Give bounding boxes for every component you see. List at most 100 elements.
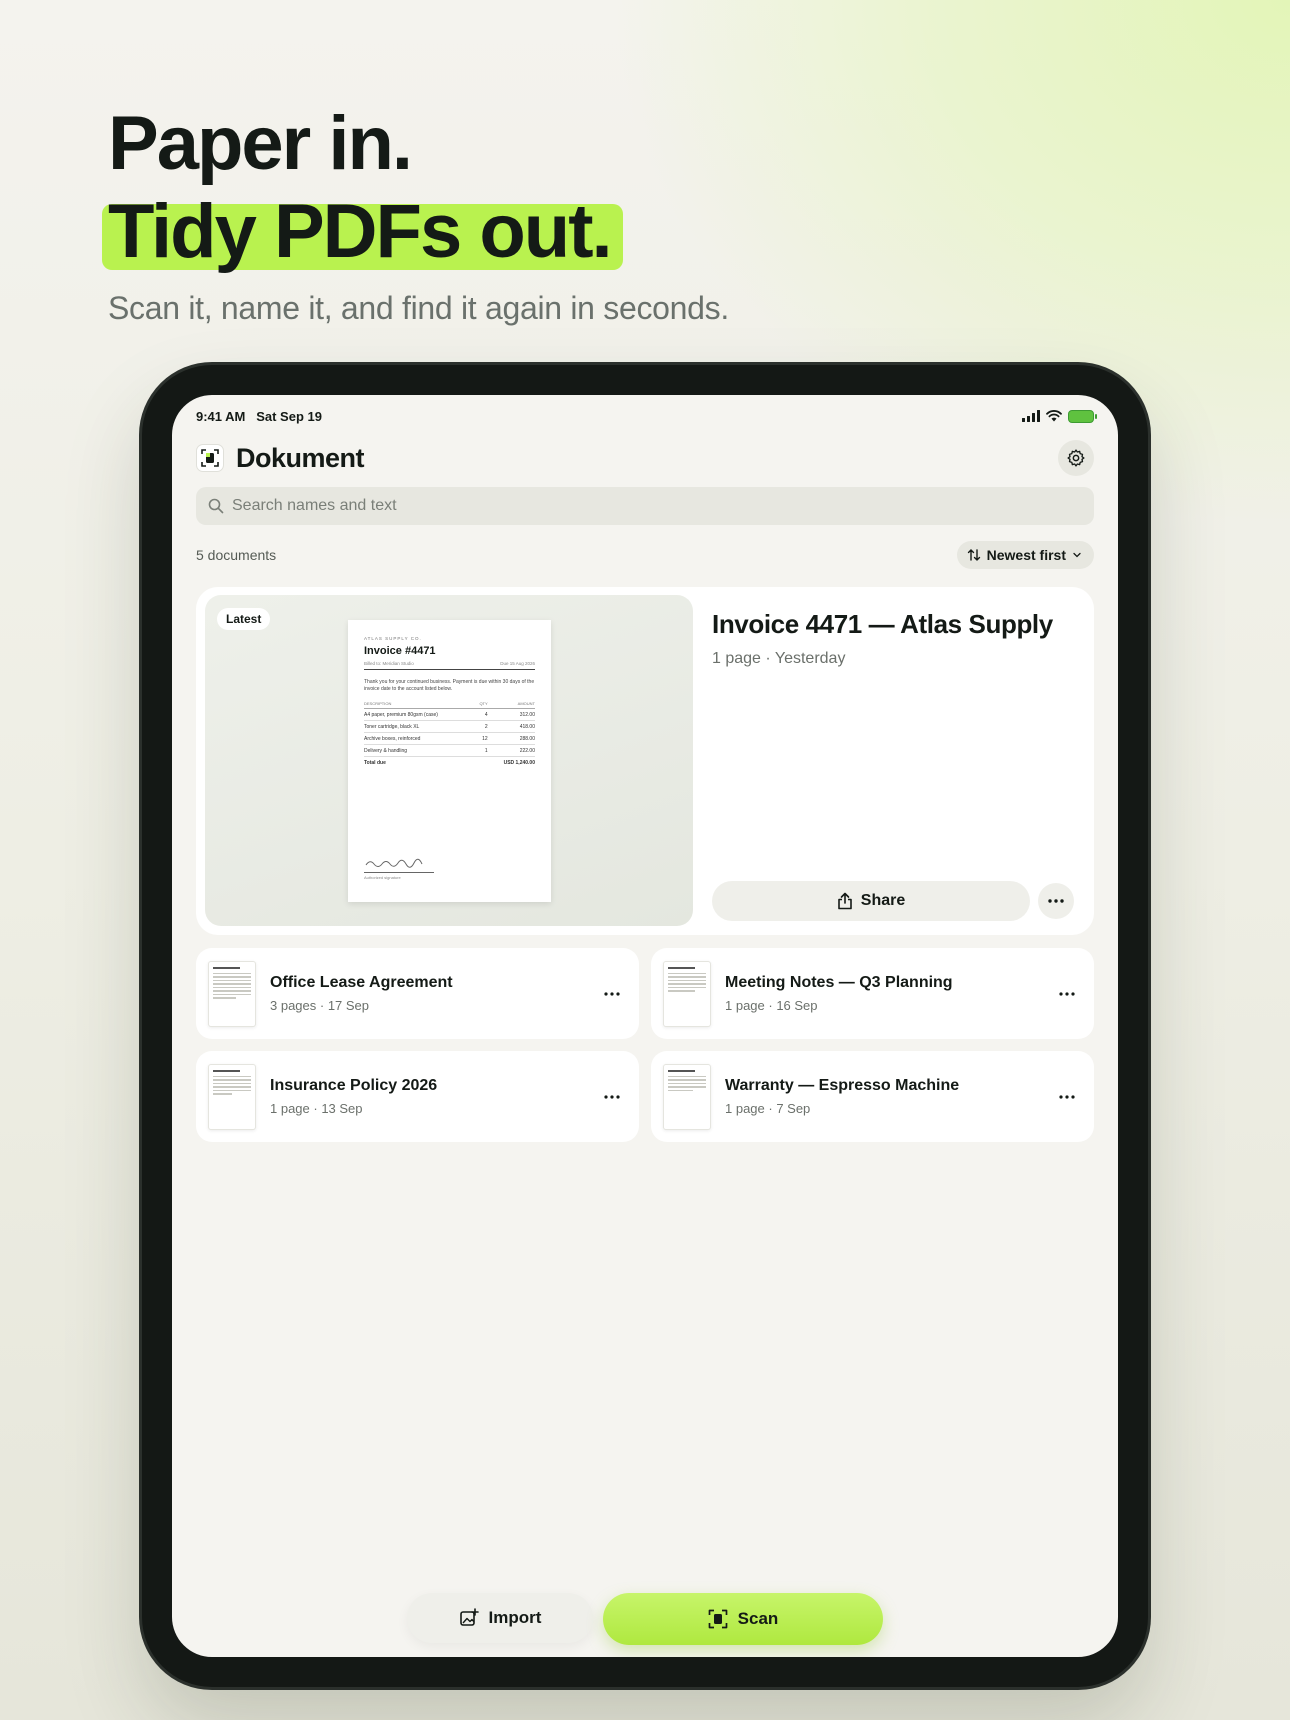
document-more-button[interactable] bbox=[1052, 979, 1082, 1009]
hero-headline-2-wrap: Tidy PDFs out. bbox=[102, 188, 623, 276]
preview-total-row: Total due USD 1,240.00 bbox=[364, 756, 535, 768]
document-title: Meeting Notes — Q3 Planning bbox=[725, 974, 953, 991]
document-thumbnail bbox=[663, 1063, 711, 1130]
preview-cell: 418.00 bbox=[487, 720, 535, 733]
preview-header: AMOUNT bbox=[487, 699, 535, 709]
import-image-icon bbox=[459, 1608, 479, 1626]
more-horizontal-icon bbox=[1059, 991, 1075, 996]
app-logo-icon bbox=[196, 444, 224, 472]
hero-headline-2: Tidy PDFs out. bbox=[108, 189, 613, 274]
featured-preview[interactable]: Latest ATLAS SUPPLY CO. Invoice #4471 Bi… bbox=[205, 595, 693, 926]
sort-dropdown[interactable]: Newest first bbox=[956, 541, 1094, 569]
featured-title: Invoice 4471 — Atlas Supply bbox=[712, 609, 1053, 639]
more-horizontal-icon bbox=[604, 991, 620, 996]
document-info: Office Lease Agreement 3 pages · 17 Sep bbox=[270, 974, 597, 1013]
import-button[interactable]: Import bbox=[407, 1593, 593, 1643]
app-title: Dokument bbox=[236, 442, 365, 473]
hero-headline-1: Paper in. bbox=[108, 101, 413, 186]
search-icon bbox=[208, 498, 224, 514]
preview-row: A4 paper, premium 80gsm (case) 4 312.00 bbox=[364, 708, 535, 721]
cellular-signal-icon bbox=[1022, 410, 1040, 422]
bottom-action-bar: Import Scan bbox=[172, 1593, 1118, 1645]
gear-icon bbox=[1067, 449, 1085, 467]
battery-charging-icon bbox=[1068, 409, 1097, 423]
document-card[interactable]: Warranty — Espresso Machine 1 page · 7 S… bbox=[651, 1051, 1094, 1142]
import-label: Import bbox=[488, 1608, 542, 1627]
preview-row: Archive boxes, reinforced 12 288.00 bbox=[364, 732, 535, 745]
document-meta: 3 pages · 17 Sep bbox=[270, 998, 370, 1013]
preview-title: Invoice #4471 bbox=[364, 645, 436, 657]
document-title: Insurance Policy 2026 bbox=[270, 1077, 438, 1094]
document-more-button[interactable] bbox=[597, 979, 627, 1009]
document-card[interactable]: Meeting Notes — Q3 Planning 1 page · 16 … bbox=[651, 948, 1094, 1039]
search-input[interactable] bbox=[232, 497, 1032, 515]
latest-badge: Latest bbox=[217, 608, 271, 630]
document-card[interactable]: Insurance Policy 2026 1 page · 13 Sep bbox=[196, 1051, 639, 1142]
settings-button[interactable] bbox=[1058, 440, 1094, 476]
preview-due: Due 15 Aug 2026 bbox=[500, 661, 535, 666]
preview-billed-to: Billed to: Meridian Studio bbox=[364, 661, 414, 666]
preview-header: DESCRIPTION bbox=[364, 699, 476, 709]
preview-company: ATLAS SUPPLY CO. bbox=[364, 636, 422, 641]
wifi-icon bbox=[1046, 410, 1062, 422]
invoice-page-thumbnail: ATLAS SUPPLY CO. Invoice #4471 Billed to… bbox=[348, 620, 551, 902]
list-header: 5 documents Newest first bbox=[196, 540, 1094, 570]
document-meta: 1 page · 7 Sep bbox=[725, 1101, 811, 1116]
featured-more-button[interactable] bbox=[1038, 883, 1074, 919]
status-time-date: 9:41 AM Sat Sep 19 bbox=[196, 409, 322, 424]
status-bar: 9:41 AM Sat Sep 19 bbox=[196, 406, 1097, 426]
document-more-button[interactable] bbox=[1052, 1082, 1082, 1112]
search-bar[interactable] bbox=[196, 487, 1094, 525]
document-more-button[interactable] bbox=[597, 1082, 627, 1112]
preview-cell: Delivery & handling bbox=[364, 744, 476, 757]
preview-total-label: Total due bbox=[364, 756, 476, 768]
signature-scribble-icon bbox=[365, 858, 423, 868]
share-label: Share bbox=[860, 892, 906, 909]
preview-cell: 1 bbox=[475, 744, 488, 757]
preview-cell: 288.00 bbox=[487, 732, 535, 745]
preview-total-value: USD 1,240.00 bbox=[487, 756, 535, 768]
scan-label: Scan bbox=[737, 1609, 779, 1628]
hero: Paper in. Tidy PDFs out. Scan it, name i… bbox=[102, 100, 729, 327]
more-horizontal-icon bbox=[1059, 1094, 1075, 1099]
tablet-frame: 9:41 AM Sat Sep 19 Dokument Search names… bbox=[142, 365, 1148, 1687]
preview-signature: Authorized signature bbox=[364, 858, 434, 880]
preview-cell: A4 paper, premium 80gsm (case) bbox=[364, 708, 476, 721]
app-header: Dokument bbox=[196, 440, 1094, 476]
preview-meta: Billed to: Meridian Studio Due 15 Aug 20… bbox=[364, 661, 535, 670]
document-info: Insurance Policy 2026 1 page · 13 Sep bbox=[270, 1077, 597, 1116]
hero-subtitle: Scan it, name it, and find it again in s… bbox=[108, 290, 729, 326]
document-info: Meeting Notes — Q3 Planning 1 page · 16 … bbox=[725, 974, 1052, 1013]
document-title: Office Lease Agreement bbox=[270, 974, 453, 991]
preview-note: Thank you for your continued business. P… bbox=[364, 679, 535, 692]
sort-label: Newest first bbox=[986, 547, 1066, 563]
sort-arrows-icon bbox=[967, 549, 980, 561]
document-card[interactable]: Office Lease Agreement 3 pages · 17 Sep bbox=[196, 948, 639, 1039]
preview-line-items: DESCRIPTION QTY AMOUNT A4 paper, premium… bbox=[364, 699, 535, 768]
share-icon bbox=[837, 892, 852, 910]
document-info: Warranty — Espresso Machine 1 page · 7 S… bbox=[725, 1077, 1052, 1116]
preview-row: Delivery & handling 1 222.00 bbox=[364, 744, 535, 757]
document-meta: 1 page · 13 Sep bbox=[270, 1101, 363, 1116]
share-button[interactable]: Share bbox=[712, 881, 1030, 921]
status-date: Sat Sep 19 bbox=[256, 408, 322, 424]
more-horizontal-icon bbox=[1048, 899, 1064, 903]
app-screen: 9:41 AM Sat Sep 19 Dokument Search names… bbox=[172, 395, 1118, 1657]
document-meta: 1 page · 16 Sep bbox=[725, 998, 818, 1013]
preview-cell: 222.00 bbox=[487, 744, 535, 757]
preview-cell: Toner cartridge, black XL bbox=[364, 720, 476, 733]
preview-cell: 12 bbox=[475, 732, 488, 745]
more-horizontal-icon bbox=[604, 1094, 620, 1099]
scan-button[interactable]: Scan bbox=[603, 1593, 883, 1645]
document-count: 5 documents bbox=[196, 547, 277, 563]
preview-cell: Archive boxes, reinforced bbox=[364, 732, 476, 745]
status-time: 9:41 AM bbox=[196, 408, 246, 424]
document-thumbnail bbox=[208, 1063, 256, 1130]
scan-document-icon bbox=[708, 1609, 728, 1629]
signature-line bbox=[364, 872, 434, 873]
featured-actions: Share bbox=[712, 881, 1074, 921]
featured-document-card[interactable]: Latest ATLAS SUPPLY CO. Invoice #4471 Bi… bbox=[196, 587, 1094, 935]
status-icons bbox=[1022, 409, 1097, 423]
signature-label: Authorized signature bbox=[364, 875, 401, 880]
document-thumbnail bbox=[663, 960, 711, 1027]
